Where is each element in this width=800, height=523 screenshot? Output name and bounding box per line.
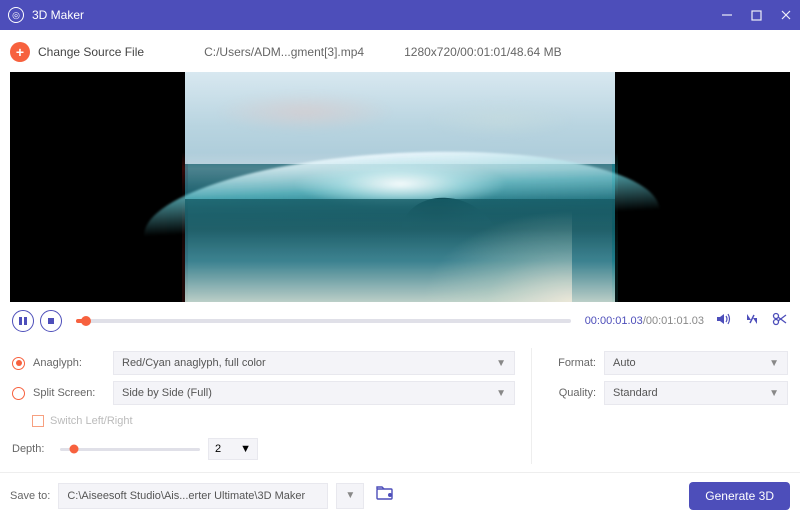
video-preview[interactable] — [10, 72, 790, 302]
save-path-dropdown[interactable]: ▼ — [336, 483, 364, 509]
app-icon: ◎ — [8, 7, 24, 23]
snapshot-icon[interactable] — [744, 312, 760, 331]
playback-slider[interactable] — [76, 319, 571, 323]
chevron-down-icon: ▼ — [240, 443, 251, 455]
anaglyph-label: Anaglyph: — [33, 357, 105, 369]
change-source-label: Change Source File — [38, 45, 144, 59]
chevron-down-icon: ▼ — [769, 388, 779, 399]
quality-label: Quality: — [548, 387, 596, 399]
anaglyph-radio[interactable] — [12, 357, 25, 370]
anaglyph-dropdown[interactable]: Red/Cyan anaglyph, full color▼ — [113, 351, 515, 375]
pause-button[interactable] — [12, 310, 34, 332]
depth-label: Depth: — [12, 443, 52, 455]
open-folder-button[interactable] — [376, 486, 394, 505]
switch-lr-checkbox[interactable] — [32, 415, 44, 427]
format-label: Format: — [548, 357, 596, 369]
depth-slider[interactable] — [60, 448, 200, 451]
quality-dropdown[interactable]: Standard▼ — [604, 381, 788, 405]
split-screen-radio[interactable] — [12, 387, 25, 400]
save-path-field[interactable]: C:\Aiseesoft Studio\Ais...erter Ultimate… — [58, 483, 328, 509]
stop-button[interactable] — [40, 310, 62, 332]
minimize-button[interactable] — [721, 9, 733, 21]
save-to-label: Save to: — [10, 490, 50, 502]
source-path: C:/Users/ADM...gment[3].mp4 — [204, 45, 364, 59]
chevron-down-icon: ▼ — [345, 490, 355, 501]
chevron-down-icon: ▼ — [769, 358, 779, 369]
split-screen-dropdown[interactable]: Side by Side (Full)▼ — [113, 381, 515, 405]
split-screen-label: Split Screen: — [33, 387, 105, 399]
maximize-button[interactable] — [751, 10, 762, 21]
volume-icon[interactable] — [716, 312, 732, 331]
close-button[interactable] — [780, 9, 792, 21]
source-meta: 1280x720/00:01:01/48.64 MB — [404, 45, 561, 59]
switch-lr-label: Switch Left/Right — [50, 415, 133, 427]
chevron-down-icon: ▼ — [496, 358, 506, 369]
window-title: 3D Maker — [32, 8, 721, 22]
generate-3d-button[interactable]: Generate 3D — [689, 482, 790, 510]
format-dropdown[interactable]: Auto▼ — [604, 351, 788, 375]
depth-value-dropdown[interactable]: 2▼ — [208, 438, 258, 460]
cut-icon[interactable] — [772, 312, 788, 331]
chevron-down-icon: ▼ — [496, 388, 506, 399]
playback-time: 00:00:01.03/00:01:01.03 — [585, 315, 704, 327]
titlebar: ◎ 3D Maker — [0, 0, 800, 30]
plus-icon: + — [10, 42, 30, 62]
change-source-button[interactable]: + Change Source File — [10, 42, 144, 62]
